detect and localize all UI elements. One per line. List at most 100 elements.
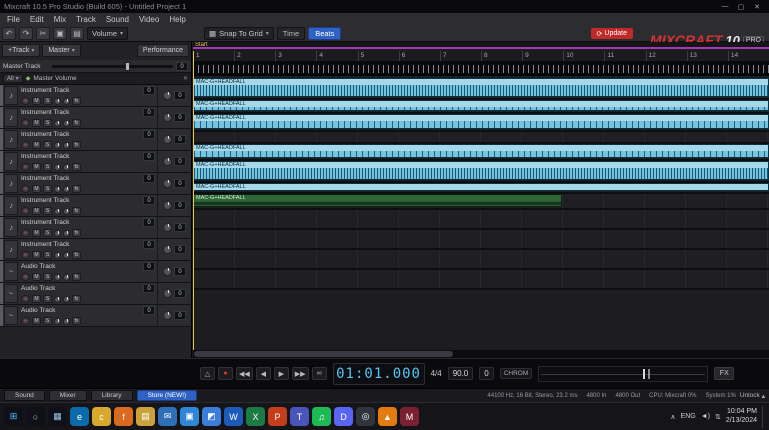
timeline-lane[interactable] xyxy=(193,210,769,230)
tray-expand-icon[interactable]: ∧ xyxy=(670,413,675,421)
firefox-icon[interactable]: f xyxy=(114,407,133,426)
excel-icon[interactable]: X xyxy=(246,407,265,426)
track-row[interactable]: ~ Audio Track 0 ● M Sfx 0 xyxy=(0,283,191,305)
mute-button[interactable]: M xyxy=(32,141,41,149)
arm-button[interactable]: ● xyxy=(21,295,30,303)
master-volume-fader[interactable] xyxy=(52,61,173,71)
timeline-lane[interactable]: MAC-G+HEADFALL xyxy=(193,114,769,132)
automation-close-icon[interactable]: ✕ xyxy=(183,75,188,82)
timeline-lane[interactable]: MAC-G+HEADFALL xyxy=(193,100,769,114)
redo-icon[interactable]: ↷ xyxy=(19,27,33,40)
pan-knob[interactable] xyxy=(54,97,61,105)
arm-button[interactable]: ● xyxy=(21,273,30,281)
playhead[interactable] xyxy=(193,51,194,350)
fast-forward-button[interactable]: ▶▶ xyxy=(291,367,309,380)
volume-knob[interactable] xyxy=(63,317,70,325)
snap-to-grid-dropdown[interactable]: ▦ Snap To Grid ▾ xyxy=(204,27,274,40)
fx-button[interactable]: fx xyxy=(72,229,81,237)
tempo-display[interactable]: 90.0 xyxy=(447,367,474,380)
track-row[interactable]: ♪ Instrument Track 0 ● M Sfx 0 xyxy=(0,129,191,151)
track-row[interactable]: ♪ Instrument Track 0 ● M Sfx 0 xyxy=(0,85,191,107)
fx-button[interactable]: fx xyxy=(72,141,81,149)
obs-icon[interactable]: ◎ xyxy=(356,407,375,426)
arm-button[interactable]: ● xyxy=(21,119,30,127)
solo-button[interactable]: S xyxy=(43,141,52,149)
send-knob[interactable] xyxy=(163,267,172,276)
automation-all-dropdown[interactable]: All ▾ xyxy=(3,74,23,83)
menu-item-help[interactable]: Help xyxy=(164,15,190,24)
audio-clip[interactable]: MAC-G+HEADFALL xyxy=(193,161,769,180)
send-knob[interactable] xyxy=(163,113,172,122)
teams-icon[interactable]: T xyxy=(290,407,309,426)
solo-button[interactable]: S xyxy=(43,273,52,281)
volume-icon[interactable]: ◄) xyxy=(701,413,710,421)
fx-button[interactable]: fx xyxy=(72,185,81,193)
powerpoint-icon[interactable]: P xyxy=(268,407,287,426)
timeline-lane[interactable]: MAC-G+HEADFALL xyxy=(193,183,769,194)
taskbar-clock[interactable]: 10:04 PM 2/13/2024 xyxy=(726,408,757,426)
mute-button[interactable]: M xyxy=(32,207,41,215)
fx-button[interactable]: fx xyxy=(72,295,81,303)
mute-button[interactable]: M xyxy=(32,295,41,303)
solo-button[interactable]: S xyxy=(43,163,52,171)
timeline-lane[interactable] xyxy=(193,250,769,270)
close-button[interactable]: ✕ xyxy=(749,3,765,11)
pan-knob[interactable] xyxy=(54,229,61,237)
volume-knob[interactable] xyxy=(63,207,70,215)
search-icon[interactable]: ○ xyxy=(26,407,45,426)
play-button[interactable]: ▶ xyxy=(273,367,289,380)
menu-item-sound[interactable]: Sound xyxy=(101,15,134,24)
timeline-lane[interactable] xyxy=(193,132,769,144)
update-button[interactable]: ⟳ Update xyxy=(590,28,633,39)
fx-button[interactable]: fx xyxy=(72,163,81,171)
cut-icon[interactable]: ✂ xyxy=(36,27,50,40)
pan-knob[interactable] xyxy=(54,273,61,281)
scrollbar-thumb[interactable] xyxy=(194,351,454,357)
menu-item-file[interactable]: File xyxy=(2,15,25,24)
store-icon[interactable]: ▣ xyxy=(180,407,199,426)
minimize-button[interactable]: — xyxy=(717,3,733,10)
copy-icon[interactable]: ▣ xyxy=(53,27,67,40)
time-position-display[interactable]: 01:01.000 xyxy=(332,362,425,385)
arm-button[interactable]: ● xyxy=(21,317,30,325)
volume-dropdown[interactable]: Volume ▾ xyxy=(87,27,129,40)
metronome-button[interactable]: △ xyxy=(200,367,215,380)
fx-button[interactable]: fx xyxy=(72,273,81,281)
beats-mode-button[interactable]: Beats xyxy=(308,27,342,40)
pan-knob[interactable] xyxy=(54,251,61,259)
master-tab-button[interactable]: Master ▾ xyxy=(42,44,81,57)
arm-button[interactable]: ● xyxy=(21,185,30,193)
audio-clip[interactable]: MAC-G+HEADFALL xyxy=(193,78,769,97)
volume-knob[interactable] xyxy=(63,273,70,281)
audio-clip[interactable]: MAC-G+HEADFALL xyxy=(193,144,769,158)
pan-knob[interactable] xyxy=(54,295,61,303)
send-knob[interactable] xyxy=(163,223,172,232)
solo-button[interactable]: S xyxy=(43,251,52,259)
send-knob[interactable] xyxy=(163,201,172,210)
menu-item-track[interactable]: Track xyxy=(71,15,101,24)
track-row[interactable]: ♪ Instrument Track 0 ● M Sfx 0 xyxy=(0,217,191,239)
timeline-lane[interactable]: MAC-G+HEADFALL xyxy=(193,144,769,161)
arm-button[interactable]: ● xyxy=(21,229,30,237)
solo-button[interactable]: S xyxy=(43,229,52,237)
tab-store-new-[interactable]: Store (NEW!) xyxy=(136,390,198,401)
rewind-button[interactable]: ◀ xyxy=(255,367,271,380)
pan-knob[interactable] xyxy=(54,163,61,171)
arm-button[interactable]: ● xyxy=(21,97,30,105)
spotify-icon[interactable]: ♫ xyxy=(312,407,331,426)
volume-knob[interactable] xyxy=(63,185,70,193)
arm-button[interactable]: ● xyxy=(21,141,30,149)
mute-button[interactable]: M xyxy=(32,273,41,281)
audio-clip[interactable]: MAC-G+HEADFALL xyxy=(193,183,769,191)
track-row[interactable]: ~ Audio Track 0 ● M Sfx 0 xyxy=(0,261,191,283)
arm-button[interactable]: ● xyxy=(21,207,30,215)
solo-button[interactable]: S xyxy=(43,207,52,215)
audio-clip[interactable]: MAC-G+HEADFALL xyxy=(193,114,769,129)
timeline-lane[interactable] xyxy=(193,230,769,250)
horizontal-scrollbar[interactable] xyxy=(193,350,769,358)
word-icon[interactable]: W xyxy=(224,407,243,426)
track-row[interactable]: ♪ Instrument Track 0 ● M Sfx 0 xyxy=(0,195,191,217)
loop-button[interactable]: ∞ xyxy=(311,367,327,380)
track-row[interactable]: ♪ Instrument Track 0 ● M Sfx 0 xyxy=(0,151,191,173)
volume-knob[interactable] xyxy=(63,119,70,127)
